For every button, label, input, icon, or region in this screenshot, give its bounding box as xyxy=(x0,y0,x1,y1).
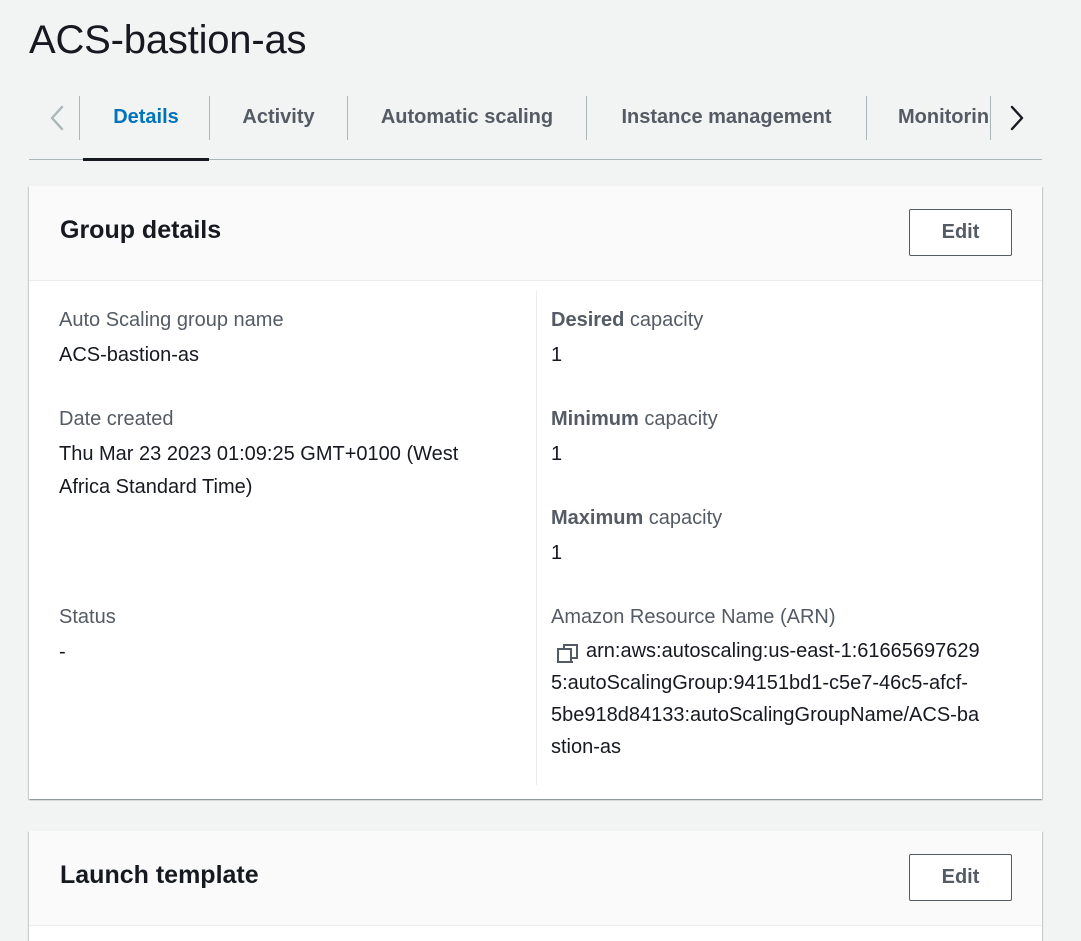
tab-scroll-left-button[interactable] xyxy=(37,96,77,140)
maximum-capacity-label-rest: capacity xyxy=(643,507,723,529)
arn-value-line-1: arn:aws:autoscaling:us-east-1:6166569762… xyxy=(586,640,980,662)
maximum-capacity-label: Maximum capacity xyxy=(551,507,722,530)
group-details-header: Group details Edit xyxy=(29,186,1042,281)
tab-divider xyxy=(79,96,80,140)
column-divider xyxy=(536,291,537,785)
page-title: ACS-bastion-as xyxy=(29,18,307,62)
arn-value-line-4: stion-as xyxy=(551,736,622,758)
status-label: Status xyxy=(59,606,116,628)
desired-capacity-label: Desired capacity xyxy=(551,309,703,332)
minimum-capacity-label: Minimum capacity xyxy=(551,408,718,431)
tab-automatic-scaling[interactable]: Automatic scaling xyxy=(348,96,586,160)
tab-divider xyxy=(866,96,867,140)
desired-capacity-label-bold: Desired xyxy=(551,309,625,331)
minimum-capacity-label-rest: capacity xyxy=(638,408,718,430)
launch-template-header: Launch template Edit xyxy=(29,831,1042,926)
group-details-card: Group details Edit Auto Scaling group na… xyxy=(29,186,1042,799)
asg-name-value: ACS-bastion-as xyxy=(59,344,200,366)
edit-group-details-button[interactable]: Edit xyxy=(909,209,1012,256)
date-created-value: Thu Mar 23 2023 01:09:25 GMT+0100 (West … xyxy=(59,443,459,498)
chevron-right-icon xyxy=(1010,105,1024,131)
maximum-capacity-label-bold: Maximum xyxy=(551,507,644,529)
tab-scroll-right-button[interactable] xyxy=(997,96,1037,140)
tab-details[interactable]: Details xyxy=(83,96,209,161)
tab-bar: Details Activity Automatic scaling Insta… xyxy=(29,96,1042,161)
desired-capacity-label-rest: capacity xyxy=(624,309,704,331)
edit-launch-template-button[interactable]: Edit xyxy=(909,854,1012,901)
launch-template-card: Launch template Edit xyxy=(29,831,1042,941)
tab-overflow-clip: Monitoring xyxy=(870,96,989,160)
desired-capacity-value: 1 xyxy=(551,344,563,366)
copy-icon[interactable] xyxy=(557,643,579,665)
chevron-left-icon xyxy=(50,105,64,131)
date-created-label: Date created xyxy=(59,408,174,430)
tab-divider xyxy=(990,96,991,140)
tab-activity[interactable]: Activity xyxy=(210,96,347,160)
group-details-title: Group details xyxy=(60,216,222,244)
arn-label: Amazon Resource Name (ARN) xyxy=(551,606,836,628)
minimum-capacity-label-bold: Minimum xyxy=(551,408,639,430)
launch-template-title: Launch template xyxy=(60,861,259,889)
tab-monitoring[interactable]: Monitoring xyxy=(898,96,989,160)
asg-name-label: Auto Scaling group name xyxy=(59,309,284,331)
minimum-capacity-value: 1 xyxy=(551,443,563,465)
arn-value-line-2: 5:autoScalingGroup:94151bd1-c5e7-46c5-af… xyxy=(551,672,968,694)
tab-instance-management[interactable]: Instance management xyxy=(587,96,866,160)
maximum-capacity-value: 1 xyxy=(551,542,563,564)
arn-value-line-3: 5be918d84133:autoScalingGroupName/ACS-ba xyxy=(551,704,980,726)
status-value: - xyxy=(59,641,66,663)
